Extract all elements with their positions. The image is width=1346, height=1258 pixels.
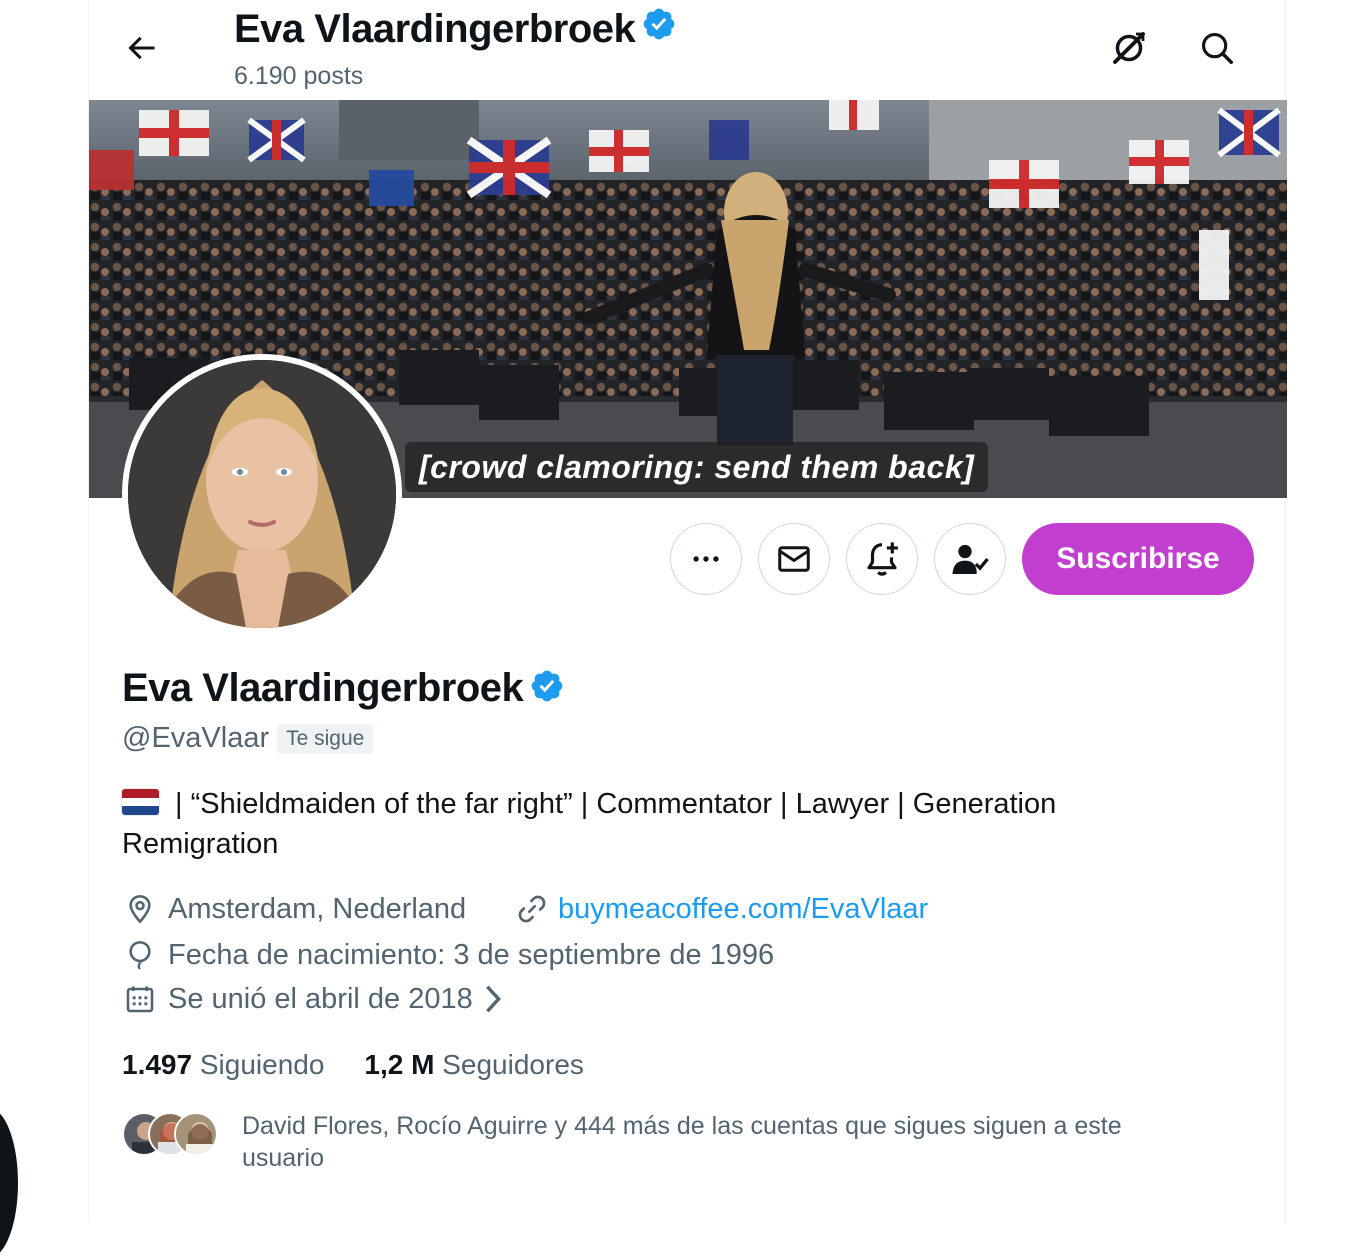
joined-text: Se unió el abril de 2018 (168, 982, 473, 1015)
following-stat[interactable]: 1.497 Siguiendo (122, 1049, 324, 1081)
balloon-icon (122, 937, 158, 973)
profile-column: Eva Vlaardingerbroek 6.190 posts [crowd … (88, 0, 1287, 1222)
search-button[interactable] (1191, 22, 1243, 74)
follow-stats: 1.497 Siguiendo 1,2 M Seguidores (122, 1049, 624, 1081)
posts-count: 6.190 posts (234, 62, 364, 90)
verified-badge-icon[interactable] (529, 668, 565, 709)
profile-location: Amsterdam, Nederland (122, 891, 466, 927)
followers-label: Seguidores (442, 1049, 584, 1080)
message-button[interactable] (758, 523, 830, 595)
following-label: Siguiendo (199, 1049, 325, 1080)
notify-button[interactable] (846, 523, 918, 595)
profile-joined[interactable]: Se unió el abril de 2018 (122, 981, 503, 1017)
search-icon (1201, 32, 1233, 64)
grok-button[interactable] (1103, 22, 1155, 74)
header-name: Eva Vlaardingerbroek (234, 6, 636, 51)
following-count: 1.497 (122, 1049, 193, 1080)
floating-action-button[interactable] (0, 1108, 18, 1258)
verified-badge-icon (641, 6, 677, 52)
bell-plus-icon (867, 542, 898, 576)
person-check-icon (952, 544, 989, 574)
display-name: Eva Vlaardingerbroek (122, 666, 524, 710)
known-follower-avatar (174, 1112, 218, 1156)
header-title: Eva Vlaardingerbroek (234, 6, 677, 52)
arrow-left-icon (128, 36, 155, 60)
profile-header-bar: Eva Vlaardingerbroek 6.190 posts (89, 0, 1287, 100)
more-button[interactable] (670, 523, 742, 595)
birthday-text: Fecha de nacimiento: 3 de septiembre de … (168, 938, 775, 971)
subscribe-button[interactable]: Suscribirse (1022, 523, 1254, 595)
netherlands-flag-icon (122, 789, 159, 815)
profile-actions: Suscribirse (89, 523, 1287, 595)
handle-row: @EvaVlaar Te sigue (122, 722, 374, 755)
location-pin-icon (122, 891, 158, 927)
following-button[interactable] (934, 523, 1006, 595)
follows-you-badge: Te sigue (277, 723, 374, 754)
link-icon (514, 891, 550, 927)
back-button[interactable] (115, 22, 167, 74)
known-followers-text: David Flores, Rocío Aguirre y 444 más de… (242, 1112, 1122, 1172)
location-text: Amsterdam, Nederland (168, 892, 467, 925)
user-handle: @EvaVlaar (122, 722, 270, 754)
grok-icon (1113, 32, 1145, 64)
followers-count: 1,2 M (364, 1049, 435, 1080)
envelope-icon (778, 546, 810, 572)
profile-name-row: Eva Vlaardingerbroek (122, 666, 565, 711)
profile-birthday: Fecha de nacimiento: 3 de septiembre de … (122, 937, 774, 973)
website-link[interactable]: buymeacoffee.com/EvaVlaar (558, 893, 928, 926)
profile-bio: | “Shieldmaiden of the far right” | Comm… (122, 784, 1162, 864)
followers-stat[interactable]: 1,2 M Seguidores (364, 1049, 583, 1081)
bio-text: | “Shieldmaiden of the far right” | Comm… (122, 788, 1057, 860)
calendar-icon (122, 981, 158, 1017)
known-followers[interactable]: David Flores, Rocío Aguirre y 444 más de… (122, 1110, 1222, 1180)
more-dots-icon (693, 556, 719, 562)
profile-website[interactable]: buymeacoffee.com/EvaVlaar (514, 891, 928, 927)
chevron-right-icon (483, 984, 503, 1014)
banner-caption: [crowd clamoring: send them back] (405, 442, 989, 492)
